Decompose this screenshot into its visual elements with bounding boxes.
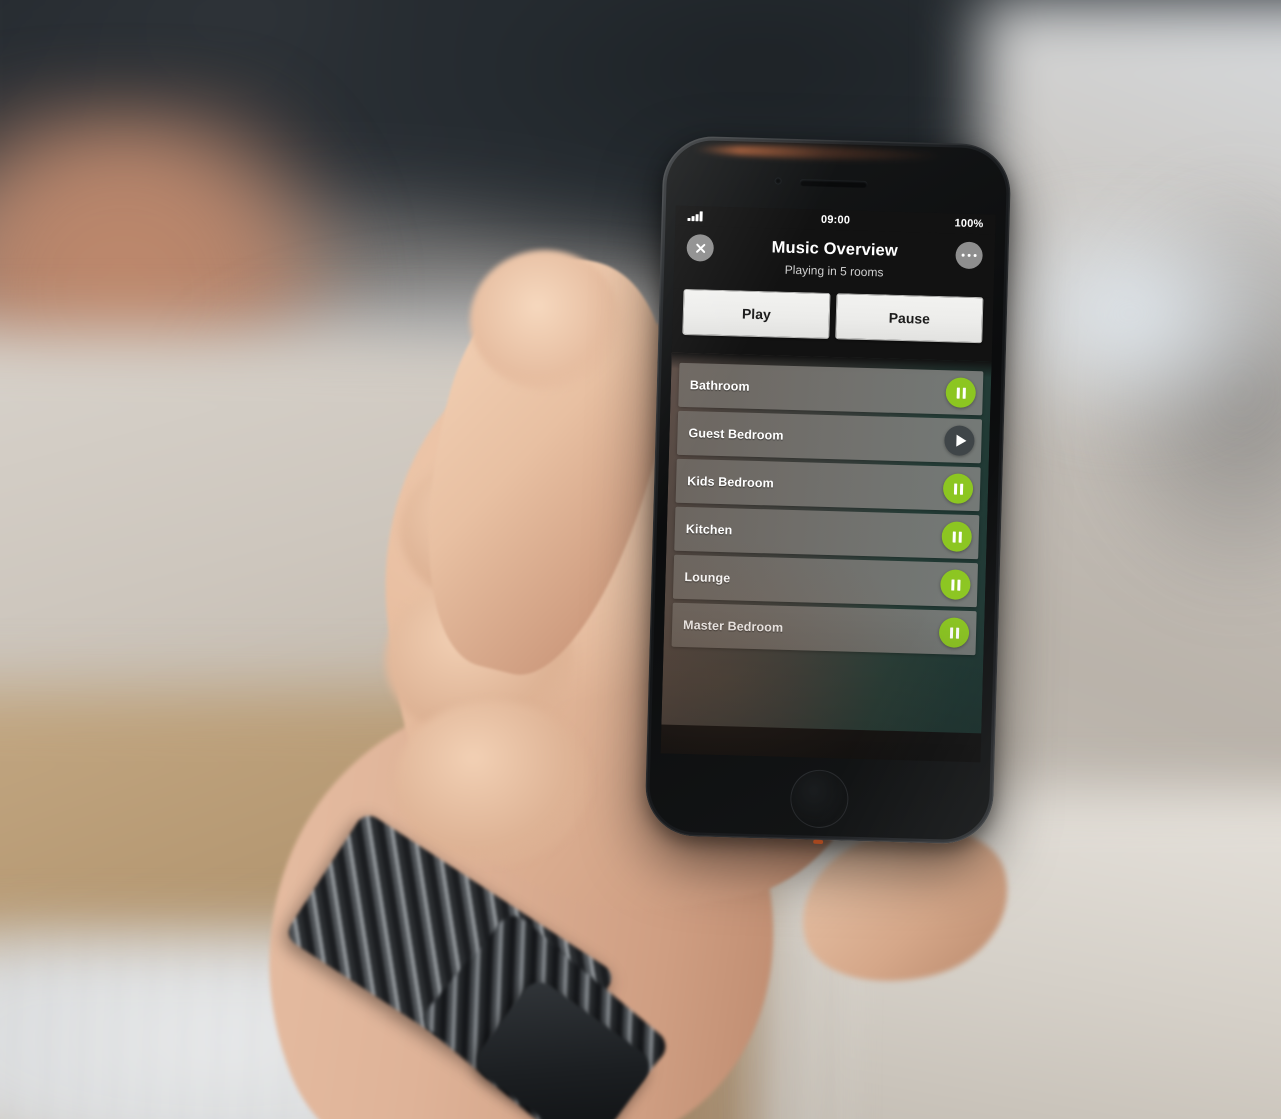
battery-percentage: 100% — [954, 217, 984, 231]
status-led — [813, 839, 824, 845]
play-icon — [955, 434, 967, 447]
play-all-button[interactable]: Play — [682, 288, 831, 339]
cellular-signal-icon — [687, 211, 703, 222]
knuckle — [385, 580, 575, 740]
room-pause-button[interactable] — [939, 569, 971, 601]
knuckle — [400, 455, 575, 605]
status-bar-time: 09:00 — [820, 213, 851, 227]
room-name-label: Kids Bedroom — [686, 474, 774, 491]
rooms-section: Bathroom Guest Bedroom Kids Bedroom Kitchen… — [661, 352, 992, 734]
room-play-button[interactable] — [944, 425, 975, 457]
background-highlight — [1010, 210, 1281, 440]
pause-icon — [950, 578, 961, 591]
screen-header: Music Overview Playing in 5 rooms — [673, 225, 996, 298]
room-row[interactable]: Master Bedroom — [671, 602, 977, 656]
room-row[interactable]: Kids Bedroom — [675, 458, 981, 512]
room-name-label: Guest Bedroom — [688, 426, 784, 443]
rooms-list: Bathroom Guest Bedroom Kids Bedroom Kitchen… — [664, 353, 992, 656]
room-pause-button[interactable] — [938, 617, 970, 648]
background-blur-blob — [0, 100, 360, 520]
pause-all-button[interactable]: Pause — [835, 293, 984, 344]
status-bar-left — [687, 211, 821, 225]
room-row[interactable]: Lounge — [672, 554, 979, 608]
room-row[interactable]: Kitchen — [674, 506, 980, 560]
more-options-button[interactable] — [955, 241, 983, 270]
background-sofa-back — [0, 0, 1281, 360]
status-bar-right: 100% — [850, 215, 984, 231]
room-pause-button[interactable] — [941, 521, 973, 553]
phone-screen: 09:00 100% Music Overview Playing in 5 r… — [660, 205, 996, 763]
pause-icon — [956, 387, 966, 399]
background-wall — [980, 0, 1281, 1119]
room-pause-button[interactable] — [945, 377, 977, 409]
background-shadow — [1080, 180, 1281, 600]
close-button[interactable] — [686, 233, 715, 262]
knuckle — [395, 700, 590, 865]
pause-icon — [952, 530, 962, 543]
room-name-label: Lounge — [684, 570, 731, 586]
room-name-label: Bathroom — [689, 378, 750, 394]
smartphone: 09:00 100% Music Overview Playing in 5 r… — [644, 135, 1012, 845]
room-pause-button[interactable] — [942, 473, 974, 505]
room-row[interactable]: Guest Bedroom — [676, 410, 983, 464]
room-row[interactable]: Bathroom — [678, 362, 984, 416]
pause-icon — [953, 483, 963, 495]
room-name-label: Kitchen — [685, 522, 733, 538]
room-name-label: Master Bedroom — [682, 618, 784, 635]
more-options-icon — [961, 253, 977, 258]
photo-scene: 09:00 100% Music Overview Playing in 5 r… — [0, 0, 1281, 1119]
close-icon — [694, 242, 706, 254]
thumb-tip — [470, 250, 620, 390]
pause-icon — [949, 626, 959, 639]
global-transport-controls: Play Pause — [671, 288, 994, 362]
